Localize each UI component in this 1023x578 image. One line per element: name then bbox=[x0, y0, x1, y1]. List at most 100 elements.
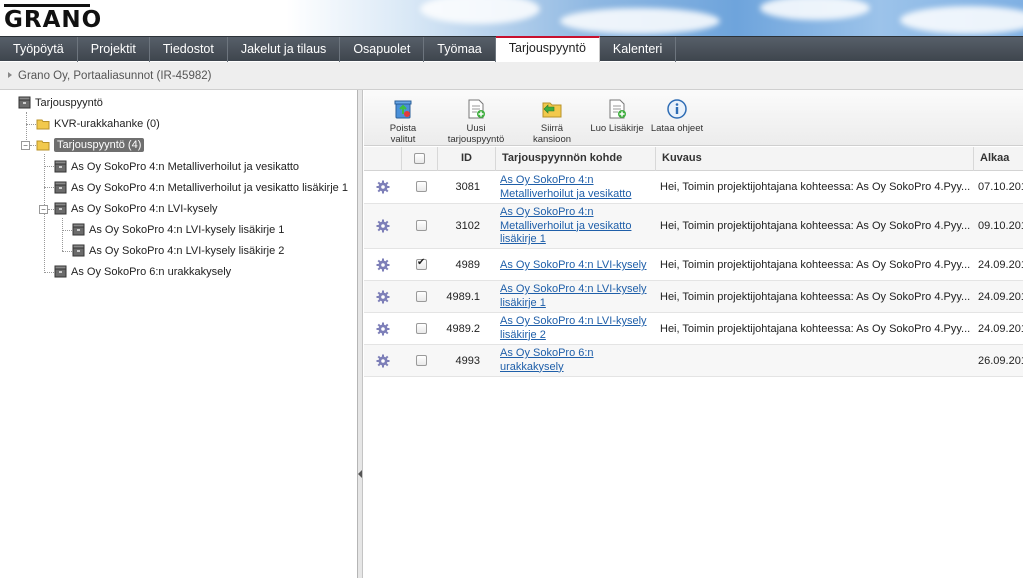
header-cloud bbox=[420, 0, 540, 24]
header-actions bbox=[364, 147, 402, 171]
tree-item-request[interactable]: As Oy SokoPro 4:n LVI-kysely bbox=[54, 200, 218, 218]
main-nav: Työpöytä Projektit Tiedostot Jakelut ja … bbox=[0, 36, 1023, 62]
header-description[interactable]: Kuvaus bbox=[656, 147, 974, 171]
gear-icon[interactable] bbox=[376, 180, 390, 194]
row-id: 4989.1 bbox=[446, 291, 480, 303]
tab-jakelut-ja-tilaus[interactable]: Jakelut ja tilaus bbox=[228, 37, 341, 62]
row-start-date: 07.10.201 bbox=[978, 181, 1023, 193]
row-target-link[interactable]: As Oy SokoPro 4:n Metalliverhoilut ja ve… bbox=[500, 174, 650, 201]
package-icon bbox=[72, 223, 85, 236]
table-row[interactable]: 4989.2 As Oy SokoPro 4:n LVI-kysely lisä… bbox=[364, 313, 1023, 345]
tree-item-request[interactable]: As Oy SokoPro 4:n LVI-kysely lisäkirje 1 bbox=[72, 221, 284, 239]
move-to-folder-label: Siirrä kansioon bbox=[532, 123, 572, 145]
tab-kalenteri[interactable]: Kalenteri bbox=[600, 37, 677, 62]
header-id[interactable]: ID bbox=[438, 147, 496, 171]
tree-item-request[interactable]: As Oy SokoPro 4:n Metalliverhoilut ja ve… bbox=[54, 179, 348, 197]
tree-label: Tarjouspyyntö (4) bbox=[54, 138, 145, 152]
package-icon bbox=[54, 181, 67, 194]
tree-label: As Oy SokoPro 4:n LVI-kysely bbox=[71, 203, 218, 215]
header-start[interactable]: Alkaa bbox=[974, 147, 1023, 171]
table-row[interactable]: 4989 As Oy SokoPro 4:n LVI-kysely Hei, T… bbox=[364, 249, 1023, 281]
tree-label: As Oy SokoPro 4:n Metalliverhoilut ja ve… bbox=[71, 161, 300, 173]
tree-item-request[interactable]: As Oy SokoPro 4:n LVI-kysely lisäkirje 2 bbox=[72, 242, 284, 260]
move-to-folder-button[interactable]: Siirrä kansioon bbox=[521, 98, 583, 145]
select-all-checkbox[interactable] bbox=[414, 153, 425, 164]
table-row[interactable]: 3081 As Oy SokoPro 4:n Metalliverhoilut … bbox=[364, 171, 1023, 204]
tree-item-tarjouspyynto-folder[interactable]: Tarjouspyyntö (4) bbox=[36, 136, 145, 154]
recycle-bin-icon bbox=[394, 100, 412, 119]
table-row[interactable]: 4989.1 As Oy SokoPro 4:n LVI-kysely lisä… bbox=[364, 281, 1023, 313]
folder-tree: − − Tarjouspyyntö KVR-urakkahanke (0) Ta… bbox=[0, 90, 358, 578]
row-description: Hei, Toimin projektijohtajana kohteessa:… bbox=[660, 220, 971, 232]
tree-connector bbox=[44, 166, 54, 167]
row-description: Hei, Toimin projektijohtajana kohteessa:… bbox=[660, 323, 971, 335]
row-description: Hei, Toimin projektijohtajana kohteessa:… bbox=[660, 291, 971, 303]
collapse-icon[interactable]: − bbox=[39, 205, 48, 214]
tree-item-request[interactable]: As Oy SokoPro 6:n urakkakysely bbox=[54, 263, 231, 281]
tree-connector bbox=[62, 218, 63, 251]
package-icon bbox=[54, 265, 67, 278]
tab-tyopoyta[interactable]: Työpöytä bbox=[0, 37, 78, 62]
table-row[interactable]: 3102 As Oy SokoPro 4:n Metalliverhoilut … bbox=[364, 204, 1023, 249]
row-description: Hei, Toimin projektijohtajana kohteessa:… bbox=[660, 259, 971, 271]
package-icon bbox=[54, 160, 67, 173]
logo-text: GRANO bbox=[4, 7, 103, 33]
tree-label: As Oy SokoPro 4:n LVI-kysely lisäkirje 2 bbox=[89, 245, 285, 257]
create-addendum-button[interactable]: Luo Lisäkirje bbox=[590, 98, 644, 134]
tree-item-root[interactable]: Tarjouspyyntö bbox=[18, 94, 103, 112]
row-target-link[interactable]: As Oy SokoPro 4:n LVI-kysely lisäkirje 2 bbox=[500, 315, 650, 342]
row-description: Hei, Toimin projektijohtajana kohteessa:… bbox=[660, 181, 971, 193]
panel-splitter[interactable] bbox=[358, 90, 363, 578]
row-start-date: 09.10.201 bbox=[978, 220, 1023, 232]
grano-logo[interactable]: GRANO bbox=[4, 4, 101, 32]
new-request-button[interactable]: Uusi tarjouspyyntö bbox=[437, 98, 515, 145]
collapse-icon[interactable]: − bbox=[21, 141, 30, 150]
row-id: 4989 bbox=[455, 259, 480, 271]
row-target-link[interactable]: As Oy SokoPro 4:n LVI-kysely lisäkirje 1 bbox=[500, 283, 650, 310]
new-document-icon bbox=[468, 99, 485, 119]
row-target-link[interactable]: As Oy SokoPro 4:n LVI-kysely bbox=[500, 259, 660, 273]
row-target-link[interactable]: As Oy SokoPro 6:n urakkakysely bbox=[500, 347, 620, 374]
gear-icon[interactable] bbox=[376, 290, 390, 304]
row-id: 3102 bbox=[455, 220, 480, 232]
tree-item-kvr[interactable]: KVR-urakkahanke (0) bbox=[36, 115, 160, 133]
header-cloud bbox=[760, 0, 870, 20]
header-cloud bbox=[560, 8, 720, 34]
gear-icon[interactable] bbox=[376, 354, 390, 368]
tab-projektit[interactable]: Projektit bbox=[78, 37, 150, 62]
load-instructions-button[interactable]: Lataa ohjeet bbox=[650, 98, 704, 134]
delete-selected-button[interactable]: Poista valitut bbox=[377, 98, 429, 145]
gear-icon[interactable] bbox=[376, 219, 390, 233]
breadcrumb: Grano Oy, Portaaliasunnot (IR-45982) bbox=[0, 62, 1023, 90]
tree-item-request[interactable]: As Oy SokoPro 4:n Metalliverhoilut ja ve… bbox=[54, 158, 299, 176]
tab-osapuolet[interactable]: Osapuolet bbox=[340, 37, 425, 62]
collapse-arrow-icon[interactable] bbox=[358, 470, 362, 478]
breadcrumb-arrow-icon bbox=[8, 72, 12, 78]
folder-icon bbox=[36, 119, 50, 130]
row-id: 4989.2 bbox=[446, 323, 480, 335]
tree-connector bbox=[26, 124, 36, 125]
row-target-link[interactable]: As Oy SokoPro 4:n Metalliverhoilut ja ve… bbox=[500, 206, 650, 247]
tree-connector bbox=[62, 230, 72, 231]
gear-icon[interactable] bbox=[376, 258, 390, 272]
tree-label: KVR-urakkahanke (0) bbox=[54, 118, 160, 130]
tab-tyomaa[interactable]: Työmaa bbox=[424, 37, 496, 62]
tab-tarjouspyynto[interactable]: Tarjouspyyntö bbox=[495, 36, 600, 62]
tree-label: As Oy SokoPro 4:n Metalliverhoilut ja ve… bbox=[71, 182, 348, 194]
tab-tiedostot[interactable]: Tiedostot bbox=[150, 37, 228, 62]
row-start-date: 24.09.201 bbox=[978, 323, 1023, 335]
tree-connector bbox=[44, 272, 54, 273]
table-row[interactable]: 4993 As Oy SokoPro 6:n urakkakysely 26.0… bbox=[364, 345, 1023, 377]
nav-tabs: Työpöytä Projektit Tiedostot Jakelut ja … bbox=[0, 36, 1023, 62]
delete-selected-label: Poista valitut bbox=[389, 123, 417, 145]
header-target[interactable]: Tarjouspyynnön kohde bbox=[496, 147, 656, 171]
package-icon bbox=[72, 244, 85, 257]
folder-move-icon bbox=[542, 102, 562, 118]
app-header: GRANO bbox=[0, 0, 1023, 36]
add-document-icon bbox=[609, 99, 626, 119]
tree-label: As Oy SokoPro 4:n LVI-kysely lisäkirje 1 bbox=[89, 224, 285, 236]
breadcrumb-text[interactable]: Grano Oy, Portaaliasunnot (IR-45982) bbox=[18, 70, 211, 82]
gear-icon[interactable] bbox=[376, 322, 390, 336]
tree-connector bbox=[44, 187, 54, 188]
row-start-date: 24.09.201 bbox=[978, 291, 1023, 303]
